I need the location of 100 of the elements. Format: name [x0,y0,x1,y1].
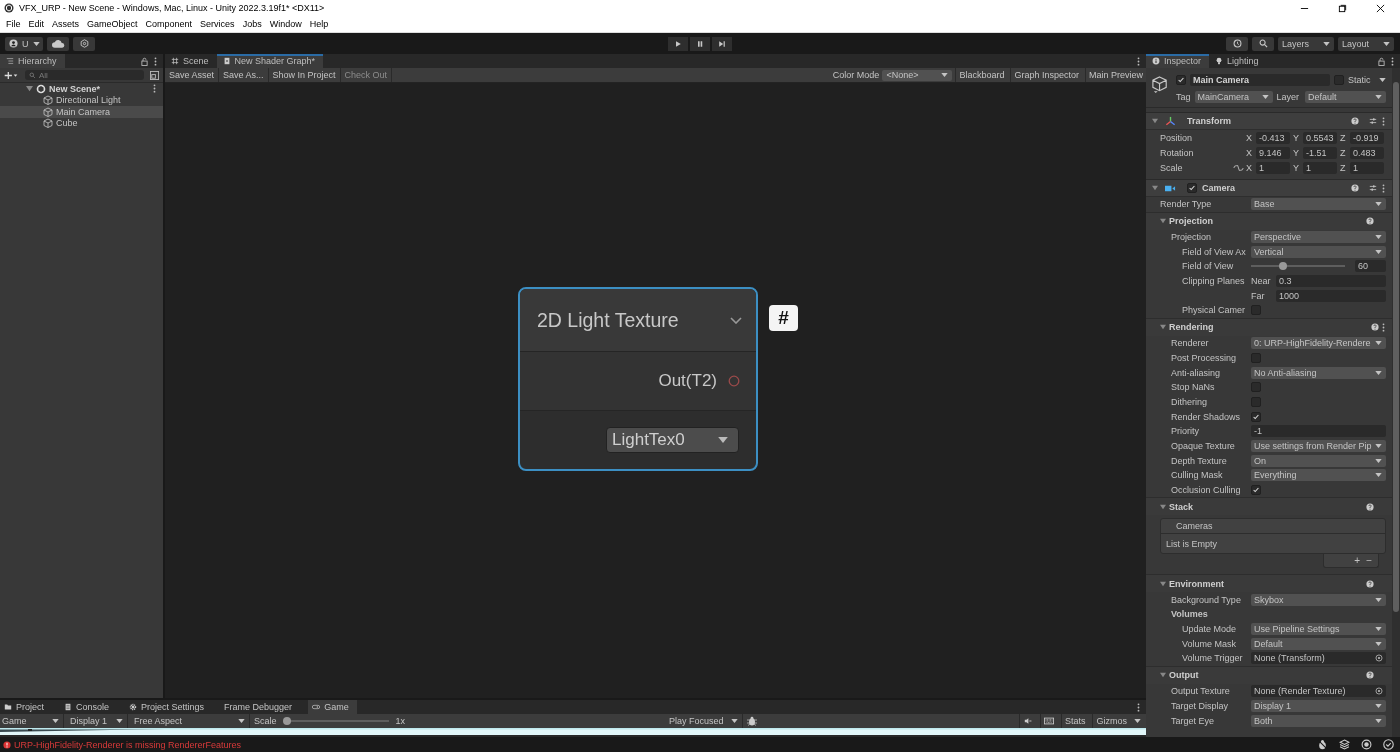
field-label: Projection [1171,232,1213,243]
axis-label: X [1246,162,1253,173]
dropdown[interactable]: On [1251,454,1386,467]
number-field[interactable]: 0.483 [1350,146,1384,159]
axis-label: X [1246,132,1253,143]
menu-item[interactable]: File [2,19,25,29]
menu-item[interactable]: Component [141,19,197,29]
dropdown[interactable]: Everything [1251,469,1386,482]
toolbar-button[interactable]: Save Asset [165,68,220,82]
dropdown[interactable]: 0: URP-HighFidelity-Rendere [1251,337,1386,350]
menu-item[interactable]: Jobs [238,19,266,29]
hierarchy-item[interactable]: Cube [0,117,163,129]
field-label: Field of View [1182,261,1235,272]
toggle-button[interactable]: Graph Inspector [1010,68,1082,82]
editor-tab[interactable]: New Shader Graph* [216,54,324,68]
field-label: Renderer [1171,338,1210,349]
panel-tab[interactable]: Project Settings [125,700,209,714]
add-button[interactable]: + [1354,554,1361,568]
field-label: Anti-aliasing [1171,367,1222,378]
menu-item[interactable]: Help [305,19,333,29]
field-label: Physical Camer [1182,305,1247,316]
menu-item[interactable]: Window [265,19,306,29]
node-title: 2D Light Texture [537,308,679,332]
field-label: Culling Mask [1171,470,1224,481]
number-field[interactable]: -1 [1251,425,1386,438]
menu-item[interactable]: Assets [48,19,84,29]
dropdown[interactable]: Vertical [1251,245,1386,258]
number-field[interactable]: 60 [1355,260,1386,273]
section-title: Stack [1169,501,1194,512]
dropdown[interactable]: Default [1251,637,1386,650]
dropdown[interactable]: Both [1251,714,1386,727]
hierarchy-item[interactable]: Main Camera [0,106,163,118]
number-field[interactable]: 1 [1303,161,1337,174]
number-field[interactable]: 0.5543 [1303,131,1337,144]
texture-dropdown[interactable]: LightTex0 [606,427,739,453]
color-mode-dropdown[interactable]: <None> [882,69,953,81]
menu-item[interactable]: Services [196,19,239,29]
layout-dropdown[interactable]: Layout [1338,36,1394,51]
status-message[interactable]: URP-HighFidelity-Renderer is missing RendererFeatures [14,739,242,750]
name-field[interactable]: Main Camera [1190,73,1330,86]
field-label: Occlusion Culling [1171,485,1242,496]
tag-dropdown[interactable]: MainCamera [1194,90,1273,103]
component-title: Camera [1202,183,1236,193]
empty-list-message: List is Empty [1166,538,1217,549]
field-label: Priority [1171,426,1200,437]
toggle-button[interactable]: Blackboard [955,68,1008,82]
panel-tab[interactable]: Frame Debugger [220,700,297,714]
field-label: Render Type [1160,199,1213,210]
toolbar-button[interactable]: Show In Project [268,68,341,82]
axis-label: Z [1340,147,1347,158]
section-title: Environment [1169,578,1224,589]
number-field[interactable]: -1.51 [1303,146,1337,159]
field-label: Render Shadows [1171,411,1242,422]
account-dropdown[interactable]: U [5,36,43,51]
layers-dropdown[interactable]: Layers [1278,36,1334,51]
hierarchy-tab[interactable]: Hierarchy [0,54,65,68]
scene-item[interactable]: New Scene* [0,83,163,95]
field-label: Volume Trigger [1182,653,1244,664]
dropdown[interactable]: No Anti-aliasing [1251,366,1386,379]
editor-tab[interactable]: Scene [165,54,217,68]
number-field[interactable]: -0.919 [1350,131,1384,144]
field-label: Volume Mask [1182,638,1238,649]
number-field[interactable]: 1 [1350,161,1384,174]
dropdown[interactable]: Use Pipeline Settings [1251,623,1386,636]
field-label: Far [1251,290,1266,301]
dropdown[interactable]: Skybox [1251,593,1386,606]
object-field[interactable]: None (Transform) [1251,652,1386,665]
menu-item[interactable]: GameObject [83,19,142,29]
dropdown[interactable]: Use settings from Render Pip [1251,439,1386,452]
section-title: Rendering [1169,322,1214,333]
number-field[interactable]: 0.3 [1276,275,1386,288]
property-badge[interactable]: # [769,305,798,331]
dropdown[interactable]: Base [1251,198,1386,211]
inspector-tab[interactable]: Inspector [1146,54,1210,68]
scale-value: 1x [395,716,406,726]
number-field[interactable]: 1 [1256,161,1290,174]
panel-tab[interactable]: Console [60,700,114,714]
static-label: Static [1348,74,1371,85]
inspector-tab[interactable]: Lighting [1209,54,1267,68]
number-field[interactable]: 1000 [1276,289,1386,302]
remove-button[interactable]: − [1366,554,1372,568]
toolbar-button[interactable]: Save As... [219,68,269,82]
panel-tab[interactable]: Project [0,700,48,714]
number-field[interactable]: -0.413 [1256,131,1290,144]
hierarchy-item[interactable]: Directional Light [0,94,163,106]
object-field[interactable]: None (Render Texture) [1251,685,1386,698]
dropdown[interactable]: Display 1 [1251,699,1386,712]
axis-label: X [1246,147,1253,158]
field-label: Stop NaNs [1171,382,1216,393]
field-label: Opaque Texture [1171,440,1236,451]
axis-label: Z [1340,162,1347,173]
dropdown[interactable]: Perspective [1251,231,1386,244]
number-field[interactable]: 9.146 [1256,146,1290,159]
field-label: Clipping Planes [1182,276,1246,287]
graph-node[interactable]: 2D Light Texture Out(T2) LightTex0 [518,287,758,471]
section-title: Output [1169,670,1199,681]
menu-item[interactable]: Edit [24,19,49,29]
field-label: Output Texture [1171,686,1231,697]
panel-tab[interactable]: Game [308,700,357,714]
layer-dropdown[interactable]: Default [1305,90,1386,103]
